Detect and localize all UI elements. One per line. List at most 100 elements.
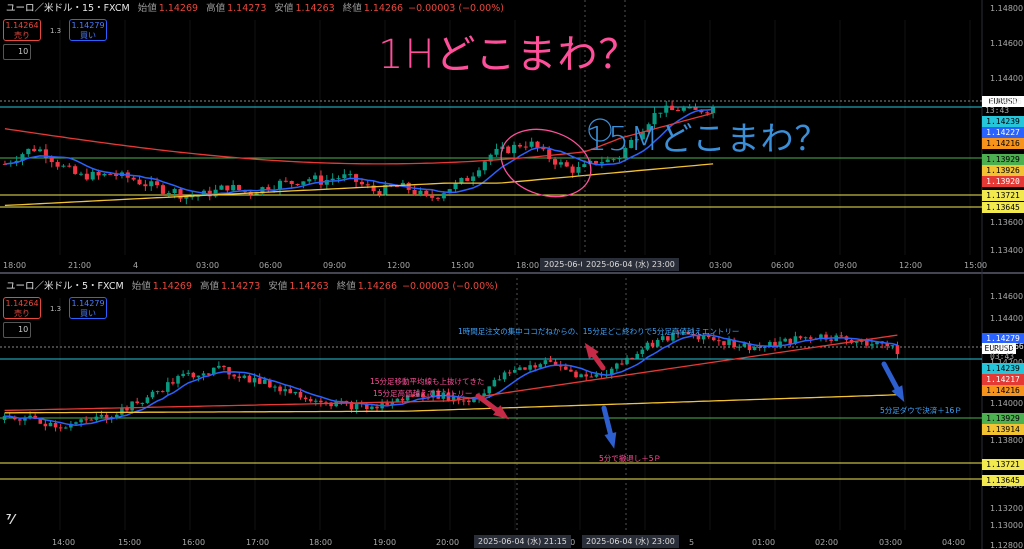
- top-spread: 1.3: [50, 27, 62, 35]
- top-tag-4: 1.13929: [982, 154, 1024, 165]
- top-tag-3: 1.14216: [982, 138, 1024, 149]
- bottom-tag-4: 1.14216: [982, 385, 1024, 396]
- chart-root: 1.14800 1.14600 1.14400 1.13600 1.13400 1.146…: [0, 0, 1024, 549]
- candle-body: [507, 372, 512, 374]
- candle-body: [293, 391, 298, 394]
- top-tag-8: 1.13645: [982, 202, 1024, 213]
- candle-body: [569, 369, 573, 372]
- candle-body: [43, 423, 48, 427]
- top-sell-button[interactable]: 1.14264 売り: [3, 19, 41, 41]
- top-lot-box[interactable]: 10: [3, 44, 31, 60]
- candle-body: [273, 386, 277, 388]
- candle-body: [589, 376, 594, 378]
- candle-body: [227, 367, 231, 375]
- candle-body: [385, 403, 390, 405]
- candle-body: [222, 365, 226, 368]
- candle-body: [570, 166, 575, 173]
- candle-body: [196, 375, 201, 378]
- chart-canvas[interactable]: 1.14800 1.14600 1.14400 1.13600 1.13400 1.146…: [0, 0, 1024, 549]
- candle-body: [865, 340, 869, 346]
- x-tick-label: 12:00: [387, 261, 410, 270]
- x-tick-label: 12:00: [899, 261, 922, 270]
- candle-body: [283, 180, 288, 182]
- bottom-tag-6: 1.13914: [982, 424, 1024, 435]
- bottom-tag-5: 1.13929: [982, 413, 1024, 424]
- candle-body: [640, 349, 645, 354]
- candle-body: [38, 419, 43, 424]
- candle-body: [553, 159, 558, 165]
- top-sell-label: 売り: [14, 31, 30, 40]
- candle-body: [96, 171, 101, 176]
- annotation-ma-break: 15分足移動平均線も上抜けてきた: [370, 377, 485, 386]
- bottom-sell-button[interactable]: 1.14264 売り: [3, 297, 41, 319]
- candle-body: [528, 365, 532, 370]
- candle-body: [102, 173, 107, 176]
- bottom-x-highlight-1: 2025-06-04 (水) 21:15: [474, 535, 571, 548]
- bottom-last-price-tag: 1.14266: [990, 342, 1024, 351]
- y-tick-label: 1.13200: [990, 504, 1023, 513]
- y-tick-label: 1.14000: [990, 399, 1023, 408]
- candle-body: [620, 363, 624, 365]
- candle-body: [55, 162, 60, 167]
- exit-plus16-arrow-head: [891, 385, 905, 402]
- bottom-symbol[interactable]: ユーロ／米ドル・5・FXCM: [6, 281, 124, 292]
- ma-slow-line: [4, 163, 714, 207]
- candle-body: [26, 148, 31, 155]
- candle-body: [32, 148, 37, 152]
- handwritten-1h-note: 1Hどこまわ？: [378, 32, 640, 78]
- x-tick-label: 06:00: [771, 261, 794, 270]
- bottom-open-value: 1.14269: [152, 281, 192, 292]
- candle-body: [125, 408, 129, 411]
- candle-body: [803, 337, 808, 339]
- top-tag-5: 1.13926: [982, 165, 1024, 176]
- candle-body: [584, 374, 588, 377]
- candle-body: [441, 193, 446, 199]
- candle-body: [18, 419, 22, 421]
- candle-body: [594, 374, 599, 377]
- candle-body: [336, 178, 341, 180]
- candle-body: [487, 386, 492, 394]
- bottom-lot-box[interactable]: 10: [3, 322, 31, 338]
- candle-body: [564, 366, 568, 370]
- top-open-label: 始値: [137, 3, 157, 14]
- candle-body: [757, 347, 762, 349]
- top-tag-7: 1.13721: [982, 190, 1024, 201]
- candle-body: [564, 162, 569, 167]
- candle-body: [502, 372, 507, 380]
- candle-body: [254, 193, 259, 195]
- candle-body: [533, 365, 537, 368]
- bottom-high-label: 高値: [200, 281, 220, 292]
- bottom-tag-7: 1.13721: [982, 459, 1024, 470]
- candle-body: [435, 197, 441, 199]
- candle-body: [217, 365, 221, 368]
- candle-body: [90, 171, 95, 180]
- candle-body: [375, 406, 379, 409]
- candle-body: [140, 402, 145, 404]
- x-tick-label: 21:00: [68, 261, 91, 270]
- top-buy-button[interactable]: 1.14279 買い: [69, 19, 107, 41]
- top-buy-price: 1.14279: [71, 21, 105, 30]
- x-tick-label: 03:00: [709, 261, 732, 270]
- top-close-label: 終値: [342, 3, 362, 14]
- top-low-label: 安値: [274, 3, 294, 14]
- top-tag-6: 1.13920: [982, 176, 1024, 187]
- y-tick-label: 1.13400: [990, 246, 1023, 255]
- top-symbol[interactable]: ユーロ／米ドル・15・FXCM: [6, 3, 130, 14]
- candle-body: [523, 146, 528, 148]
- bottom-tag-8: 1.13645: [982, 475, 1024, 486]
- x-tick-label: 04:00: [942, 538, 965, 547]
- x-tick-label: 03:00: [879, 538, 902, 547]
- candle-body: [675, 110, 681, 112]
- bottom-buy-button[interactable]: 1.14279 買い: [69, 297, 107, 319]
- candle-body: [582, 164, 587, 167]
- bottom-buy-price: 1.14279: [71, 299, 105, 308]
- candle-body: [318, 175, 324, 185]
- candle-body: [788, 338, 793, 344]
- candle-body: [538, 364, 543, 368]
- candle-body: [160, 185, 165, 194]
- candle-body: [149, 181, 154, 187]
- candle-body: [191, 372, 196, 378]
- candle-body: [512, 144, 517, 154]
- candle-body: [870, 344, 874, 346]
- candle-body: [395, 398, 400, 402]
